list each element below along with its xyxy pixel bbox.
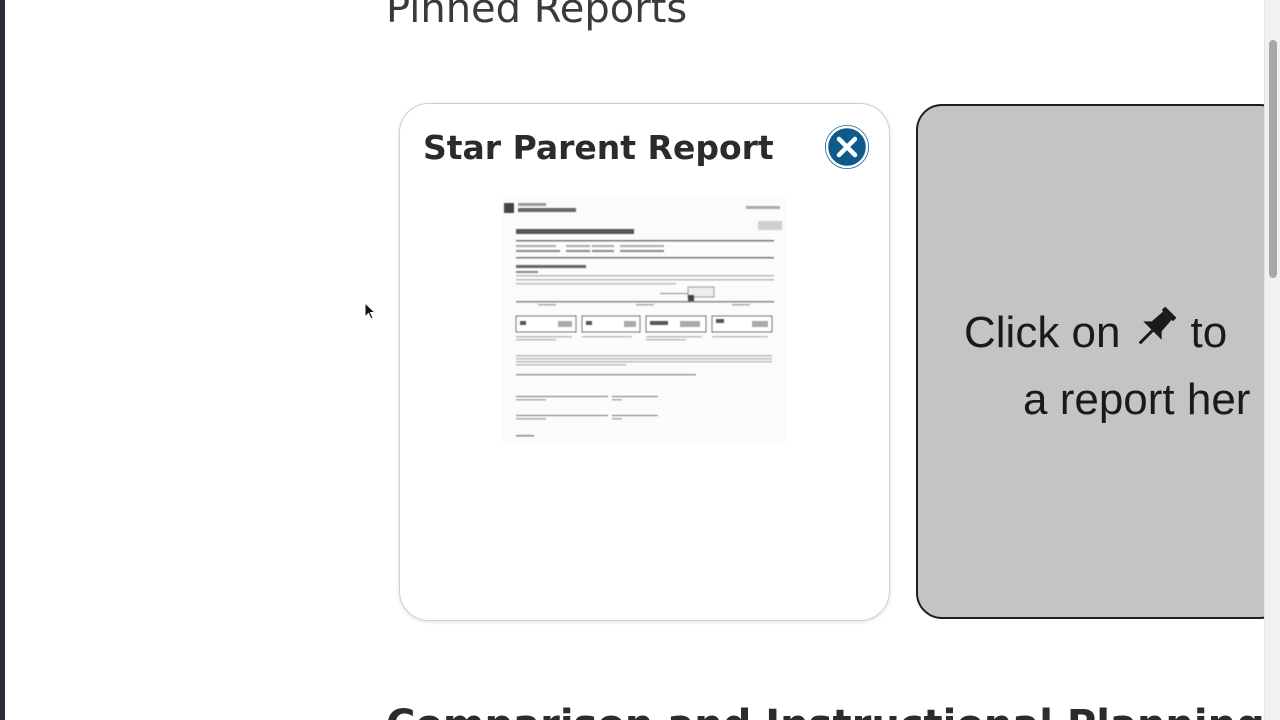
report-thumbnail[interactable] xyxy=(502,197,786,442)
placeholder-text-after: to xyxy=(1190,307,1228,357)
pinned-reports-heading: Pinned Reports xyxy=(386,0,688,32)
placeholder-line-1: Click on to xyxy=(964,302,1227,363)
page-scrollbar[interactable] xyxy=(1264,0,1280,720)
placeholder-text-before: Click on xyxy=(964,307,1121,357)
pin-icon xyxy=(1131,302,1181,363)
window-edge xyxy=(0,0,5,720)
comparison-planning-heading: Comparison and Instructional Planning xyxy=(386,702,1265,720)
mouse-cursor-icon xyxy=(364,301,377,324)
report-title: Star Parent Report xyxy=(423,128,774,167)
close-circle-icon xyxy=(825,125,869,169)
scrollbar-thumb[interactable] xyxy=(1269,40,1277,278)
pinned-report-card[interactable]: Star Parent Report xyxy=(399,103,890,621)
pin-placeholder-card: Click on to a report her xyxy=(916,104,1280,619)
placeholder-line-2: a report her xyxy=(1023,375,1251,424)
unpin-report-button[interactable] xyxy=(825,125,869,169)
report-preview-image xyxy=(502,197,786,442)
